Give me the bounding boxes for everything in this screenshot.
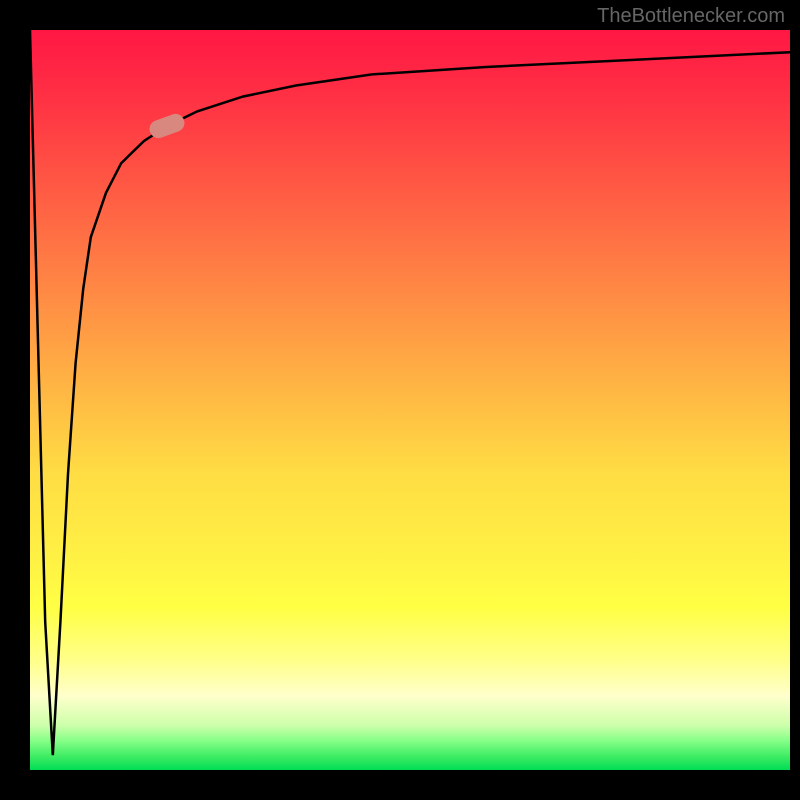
chart-bottom-border xyxy=(0,770,800,800)
chart-right-border xyxy=(790,30,800,770)
chart-left-border xyxy=(0,30,30,770)
watermark-text: TheBottlenecker.com xyxy=(597,5,785,28)
chart-plot-area xyxy=(30,30,790,770)
bottleneck-curve xyxy=(30,30,790,770)
